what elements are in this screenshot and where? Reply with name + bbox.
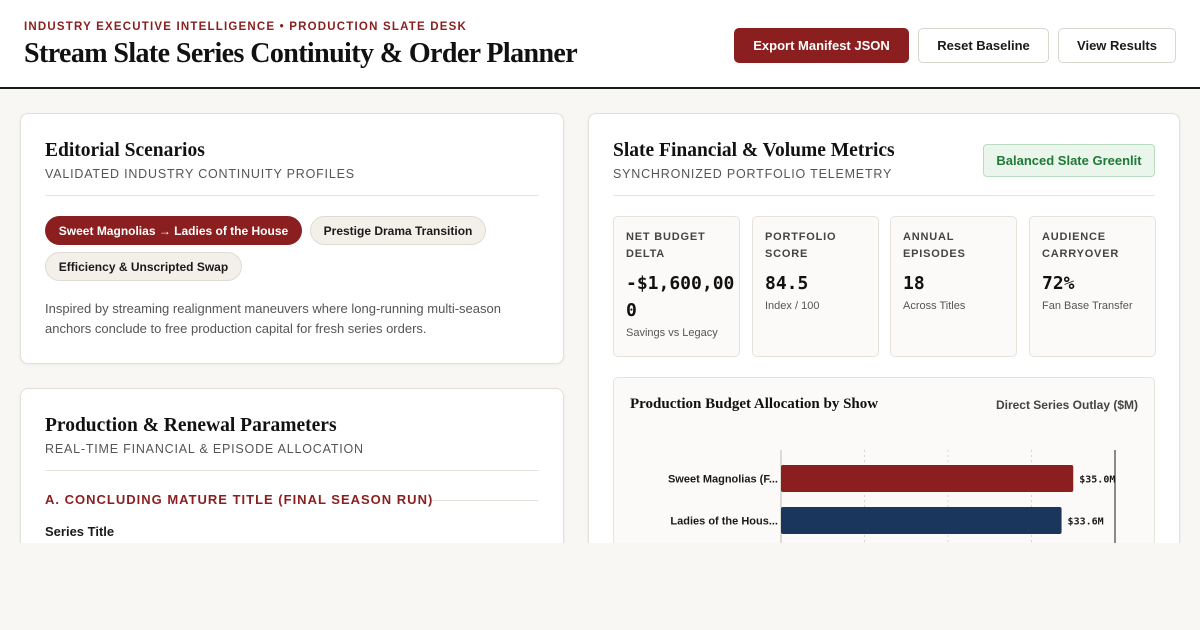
metric-value: 84.5: [765, 273, 809, 294]
scenarios-subtitle: VALIDATED INDUSTRY CONTINUITY PROFILES: [45, 167, 355, 181]
metric-value: 18: [903, 273, 925, 294]
metrics-subtitle: SYNCHRONIZED PORTFOLIO TELEMETRY: [613, 167, 893, 181]
metric-caption: Across Titles: [903, 300, 966, 312]
parameters-title: Production & Renewal Parameters: [45, 415, 337, 436]
metrics-title: Slate Financial & Volume Metrics: [613, 140, 895, 161]
metric-label: ANNUAL EPISODES: [903, 231, 966, 260]
reset-baseline-button[interactable]: Reset Baseline: [918, 28, 1049, 63]
metrics-divider: [613, 195, 1155, 196]
metric-value: 72%: [1042, 273, 1075, 294]
metric-label: PORTFOLIO SCORE: [765, 231, 837, 260]
bar: [781, 465, 1074, 492]
parameters-divider: [45, 470, 539, 471]
metric-caption: Index / 100: [765, 300, 820, 312]
parameters-subtitle: REAL-TIME FINANCIAL & EPISODE ALLOCATION: [45, 442, 364, 456]
slate-status-badge: Balanced Slate Greenlit: [983, 144, 1155, 177]
metric-card-portfolio-score: PORTFOLIO SCORE 84.5 Index / 100: [752, 216, 879, 357]
value-label: $33.6M: [1068, 517, 1104, 528]
metric-card-audience-carryover: AUDIENCE CARRYOVER 72% Fan Base Transfer: [1029, 216, 1156, 357]
page-title: Stream Slate Series Continuity & Order P…: [24, 38, 578, 69]
category-label: Ladies of the Hous...: [670, 516, 778, 528]
category-label: Sweet Magnolias (F...: [668, 474, 778, 486]
metric-caption: Savings vs Legacy: [626, 327, 718, 339]
metric-card-annual-episodes: ANNUAL EPISODES 18 Across Titles: [890, 216, 1017, 357]
export-manifest-button[interactable]: Export Manifest JSON: [734, 28, 909, 63]
section-rule: [432, 500, 538, 501]
scenarios-title: Editorial Scenarios: [45, 140, 205, 161]
header-eyebrow: INDUSTRY EXECUTIVE INTELLIGENCE • PRODUC…: [24, 21, 467, 33]
app-header: INDUSTRY EXECUTIVE INTELLIGENCE • PRODUC…: [0, 0, 1200, 89]
metric-label: AUDIENCE CARRYOVER: [1042, 231, 1120, 260]
metric-value: -$1,600,000: [626, 273, 735, 321]
value-label: $35.0M: [1079, 475, 1115, 486]
scenario-chip-prestige-drama[interactable]: Prestige Drama Transition: [310, 216, 486, 245]
view-results-button[interactable]: View Results: [1058, 28, 1176, 63]
bar: [781, 507, 1062, 534]
metric-card-net-budget-delta: NET BUDGET DELTA -$1,600,000 Savings vs …: [613, 216, 740, 357]
series-title-label: Series Title: [45, 524, 115, 539]
metric-caption: Fan Base Transfer: [1042, 300, 1133, 312]
scenario-chip-sweet-magnolias[interactable]: Sweet Magnolias → Ladies of the House: [45, 216, 302, 245]
scenario-chip-efficiency-unscripted[interactable]: Efficiency & Unscripted Swap: [45, 252, 242, 281]
concluding-title-section-heading: A. CONCLUDING MATURE TITLE (FINAL SEASON…: [45, 492, 434, 507]
scenarios-divider: [45, 195, 539, 196]
metric-label: NET BUDGET DELTA: [626, 231, 706, 260]
scenarios-description: Inspired by streaming realignment maneuv…: [45, 301, 501, 336]
viewport-fold: [0, 543, 1200, 630]
